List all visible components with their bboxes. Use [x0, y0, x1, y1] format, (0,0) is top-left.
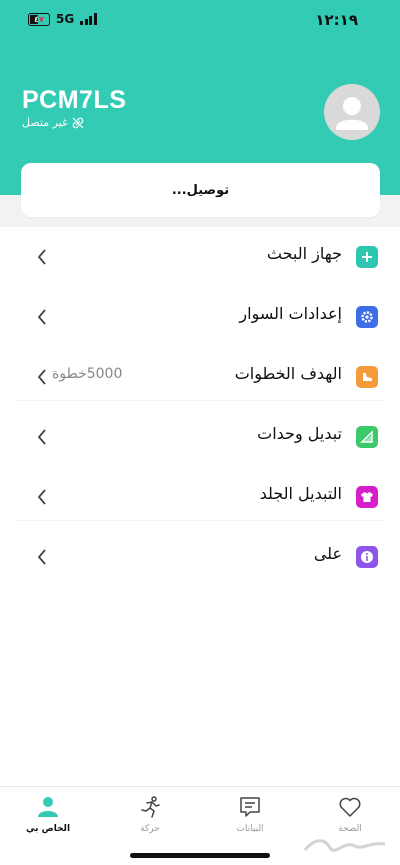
connect-button-label: توصيل... — [171, 182, 230, 198]
shirt-icon — [356, 486, 378, 508]
chevron-left-icon — [37, 249, 46, 265]
chevron-left-icon — [37, 489, 46, 505]
avatar[interactable] — [324, 84, 380, 140]
chevron-left-icon — [37, 309, 46, 325]
tab-health[interactable]: الصحة — [310, 795, 390, 834]
menu-item-label: التبديل الجلد — [259, 484, 342, 503]
menu-item-label: جهاز البحث — [266, 244, 342, 263]
connection-status-label: غير متصل — [22, 116, 68, 129]
status-bar: ٤٧ 5G ١٢:١٩ — [0, 0, 400, 44]
status-time: ١٢:١٩ — [315, 11, 358, 29]
battery-icon: ٤٧ — [28, 12, 50, 26]
chevron-left-icon — [37, 369, 46, 385]
home-indicator[interactable] — [130, 853, 270, 858]
shoe-icon — [356, 366, 378, 388]
connect-button[interactable]: توصيل... — [21, 163, 380, 217]
menu-item-steps-goal[interactable]: 5000خطوة الهدف الخطوات — [0, 347, 400, 407]
heart-icon — [339, 797, 361, 817]
tab-activity[interactable]: حركة — [110, 795, 190, 834]
link-broken-icon — [72, 117, 84, 128]
steps-goal-value: 5000خطوة — [52, 366, 123, 382]
menu-item-about[interactable]: على — [0, 527, 400, 587]
tab-my-profile[interactable]: الخاص بي — [8, 795, 88, 834]
status-indicators: ٤٧ 5G — [28, 12, 97, 26]
menu-item-label: تبديل وحدات — [257, 424, 342, 443]
settings-menu: جهاز البحث إعدادات السوار 5000خطوة الهدف… — [0, 227, 400, 587]
user-avatar-icon — [336, 97, 368, 130]
chevron-left-icon — [37, 429, 46, 445]
connection-status: غير متصل — [22, 116, 84, 129]
network-type: 5G — [56, 12, 75, 26]
gear-icon — [356, 306, 378, 328]
tab-label: البيانات — [236, 824, 264, 834]
battery-level: ٤٧ — [34, 14, 44, 24]
menu-item-band-settings[interactable]: إعدادات السوار — [0, 287, 400, 347]
menu-item-label: إعدادات السوار — [239, 304, 342, 323]
info-icon — [356, 546, 378, 568]
ruler-icon — [356, 426, 378, 448]
menu-item-search-device[interactable]: جهاز البحث — [0, 227, 400, 287]
tab-label: الخاص بي — [25, 824, 71, 834]
watermark-logo — [303, 839, 386, 852]
person-icon — [38, 797, 58, 817]
menu-item-label: الهدف الخطوات — [234, 364, 342, 383]
tab-label: حركة — [140, 824, 160, 834]
signal-icon — [80, 13, 97, 25]
chevron-left-icon — [37, 549, 46, 565]
menu-item-skin-switch[interactable]: التبديل الجلد — [0, 467, 400, 527]
tab-data[interactable]: البيانات — [210, 795, 290, 834]
device-name: PCM7LS — [22, 86, 127, 114]
menu-item-label: على — [313, 544, 342, 563]
running-icon — [141, 796, 160, 818]
chat-data-icon — [240, 797, 260, 817]
plus-icon — [356, 246, 378, 268]
menu-item-unit-switch[interactable]: تبديل وحدات — [0, 407, 400, 467]
